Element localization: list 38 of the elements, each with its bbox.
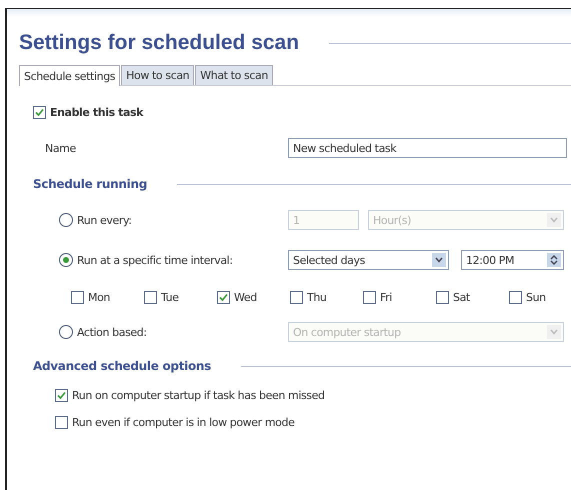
day-label: Wed	[234, 290, 257, 304]
checkbox-label: Enable this task	[50, 106, 144, 118]
day-label: Tue	[161, 290, 179, 304]
tab[interactable]: What to scan	[195, 65, 273, 85]
day-label: Sun	[526, 290, 546, 304]
tab[interactable]: Schedule settings	[19, 65, 120, 86]
name-input-field[interactable]: New scheduled task	[288, 138, 567, 158]
page-title: Settings for scheduled scan	[19, 31, 300, 55]
field-label: Name	[45, 142, 77, 154]
time-spinner[interactable]: 12:00 PM	[461, 250, 564, 270]
tab[interactable]: How to scan	[121, 65, 194, 85]
day-label: Fri	[380, 290, 392, 304]
day-label: Mon	[88, 290, 110, 304]
check-icon	[35, 108, 44, 116]
checkbox-label: Run even if computer is in low power mode	[72, 416, 294, 429]
section-heading: Advanced schedule options	[33, 359, 211, 373]
checkbox[interactable]	[71, 290, 84, 304]
checkbox[interactable]	[436, 290, 449, 304]
section-heading: Schedule running	[33, 177, 147, 191]
day-label: Thu	[307, 290, 326, 304]
checkbox[interactable]	[55, 389, 68, 402]
days-dropdown[interactable]: Selected days	[288, 250, 449, 270]
radio-label: Run at a specific time interval:	[77, 254, 233, 266]
checkbox[interactable]	[509, 290, 522, 304]
checkbox[interactable]	[144, 290, 157, 304]
checkbox[interactable]	[290, 290, 303, 304]
checkbox[interactable]	[55, 416, 68, 429]
day-label: Sat	[453, 290, 470, 304]
checkbox[interactable]	[363, 290, 376, 304]
check-icon	[57, 391, 66, 400]
check-icon	[219, 292, 228, 302]
radio-label: Action based:	[77, 326, 147, 338]
checkbox[interactable]	[217, 290, 230, 304]
checkbox[interactable]	[33, 106, 46, 118]
radio-label: Run every:	[77, 214, 132, 226]
checkbox-label: Run on computer startup if task has been missed	[72, 389, 325, 402]
spin-arrows-icon[interactable]	[547, 253, 561, 267]
radio-button[interactable]	[59, 253, 73, 267]
